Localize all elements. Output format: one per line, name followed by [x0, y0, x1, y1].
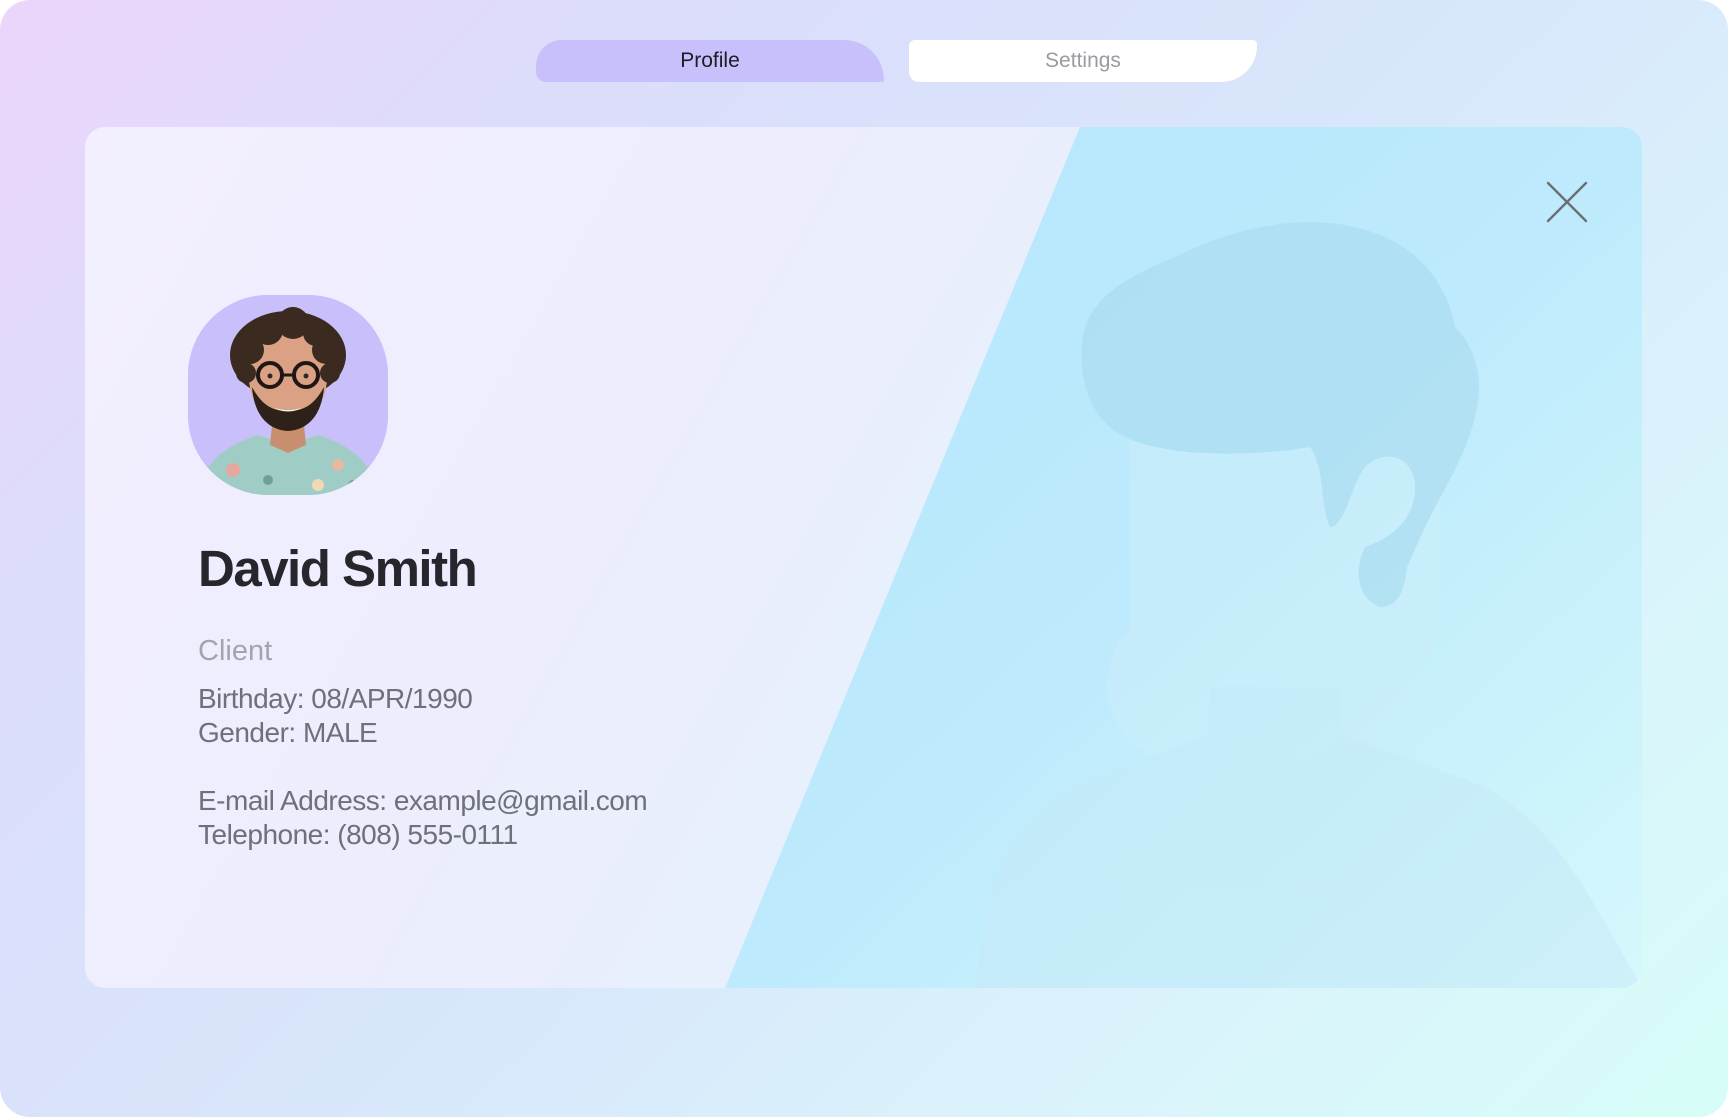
- profile-gender: Gender: MALE: [198, 717, 378, 748]
- profile-telephone: Telephone: (808) 555-0111: [198, 819, 518, 850]
- tab-settings-label: Settings: [1045, 49, 1121, 72]
- tab-profile-label: Profile: [680, 49, 740, 72]
- profile-email: E-mail Address: example@gmail.com: [198, 785, 648, 816]
- avatar-photo: [188, 295, 388, 495]
- profile-role: Client: [198, 635, 273, 667]
- tab-profile[interactable]: Profile: [536, 40, 884, 82]
- close-icon[interactable]: [1545, 180, 1589, 224]
- profile-birthday: Birthday: 08/APR/1990: [198, 683, 473, 714]
- tab-settings[interactable]: Settings: [909, 40, 1257, 82]
- app-window: Profile Settings David Smith Client Birt…: [0, 0, 1728, 1117]
- avatar: [188, 295, 388, 495]
- profile-name: David Smith: [198, 540, 478, 597]
- profile-card: David Smith Client Birthday: 08/APR/1990…: [85, 127, 1642, 988]
